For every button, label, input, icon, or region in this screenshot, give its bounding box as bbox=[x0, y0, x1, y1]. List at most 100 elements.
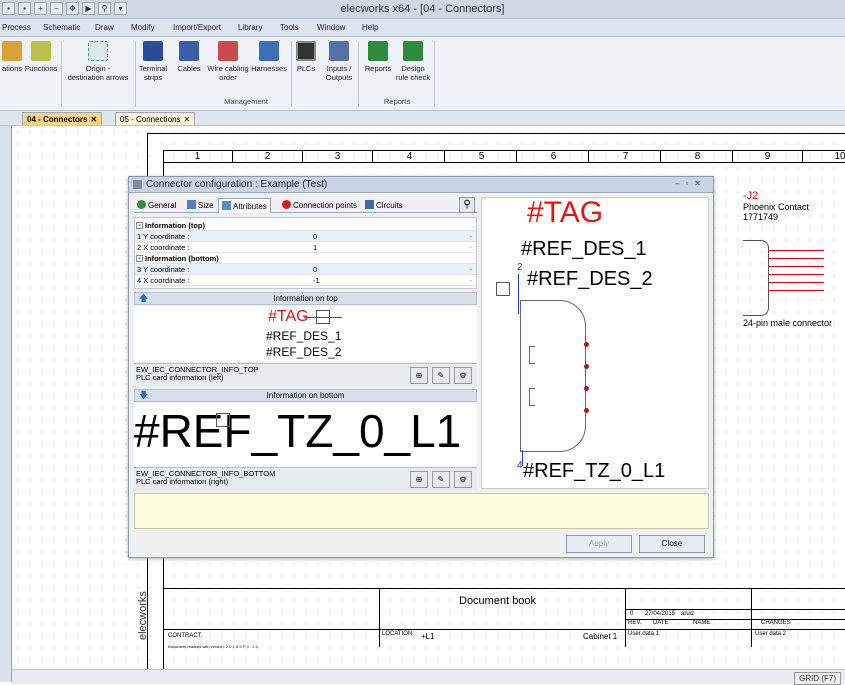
zoom-icon[interactable]: ⚲ bbox=[459, 197, 475, 213]
window-controls[interactable]: –▫✕ bbox=[675, 179, 707, 188]
property-value[interactable]: 0 bbox=[313, 232, 317, 241]
locations-button[interactable]: ations bbox=[0, 41, 24, 73]
collapse-toggle[interactable]: - bbox=[136, 255, 143, 262]
property-row[interactable]: 1 Y coordinate : 0 - bbox=[135, 231, 476, 242]
marker-bottom: 4 bbox=[517, 460, 523, 471]
horizontal-scrollbar[interactable]: GRID (F7) bbox=[12, 669, 845, 685]
origin-label-2: destination arrows bbox=[67, 73, 129, 82]
tab-label: Size bbox=[198, 201, 214, 210]
close-icon[interactable]: ✕ bbox=[183, 115, 190, 124]
connector-j2[interactable]: -J2 Phoenix Contact 1771749 24-pin male … bbox=[743, 190, 832, 328]
property-row[interactable]: 4 X coordinate : -1 - bbox=[135, 275, 476, 286]
connector-manufacturer: Phoenix Contact bbox=[743, 202, 810, 212]
terminal-label: Terminal bbox=[138, 64, 168, 73]
menu-import-export[interactable]: Import/Export bbox=[173, 23, 221, 32]
info-top-block: EW_IEC_CONNECTOR_INFO_TOP PLC card infor… bbox=[134, 363, 477, 387]
property-value[interactable]: -1 bbox=[313, 276, 320, 285]
tab-circuits[interactable]: Circuits bbox=[362, 198, 406, 213]
dialog-title-bar[interactable]: Connector configuration : Example (Test)… bbox=[129, 177, 713, 193]
property-dash: - bbox=[469, 243, 473, 252]
apply-button[interactable]: Apply bbox=[566, 535, 632, 553]
connector-symbol bbox=[520, 300, 586, 452]
document-tab-bar: 04 - Connectors ✕ 05 - Connections ✕ bbox=[0, 111, 845, 126]
tb-divider bbox=[625, 609, 845, 610]
user-data-1: User data 1 bbox=[628, 631, 660, 637]
ruler-number: 7 bbox=[591, 151, 661, 163]
close-icon[interactable]: ✕ bbox=[90, 115, 97, 124]
plcs-button[interactable]: PLCs bbox=[294, 41, 318, 73]
property-row[interactable]: 3 Y coordinate : 0 - bbox=[135, 264, 476, 275]
menu-draw[interactable]: Draw bbox=[95, 23, 114, 32]
symbol-preview-panel[interactable]: #TAG #REF_DES_1 #REF_DES_2 2 4 #REF_TZ_0… bbox=[481, 197, 709, 489]
menu-process[interactable]: Process bbox=[2, 23, 31, 32]
tab-general[interactable]: General bbox=[134, 198, 179, 213]
menu-modify[interactable]: Modify bbox=[131, 23, 155, 32]
connector-pin bbox=[769, 274, 824, 275]
group-reports: Reports bbox=[383, 97, 411, 106]
terminal-strips-button[interactable]: Terminal strips bbox=[136, 41, 170, 82]
ribbon-separator bbox=[434, 41, 435, 107]
design-rule-check-button[interactable]: Design rule check bbox=[394, 41, 432, 82]
dimension-line bbox=[518, 274, 519, 314]
select-block-icon[interactable]: ✎ bbox=[432, 367, 450, 384]
wire-cabling-label-2: order bbox=[219, 73, 237, 82]
connection-point bbox=[584, 386, 589, 391]
property-value[interactable]: 1 bbox=[313, 243, 317, 252]
menu-schematic[interactable]: Schematic bbox=[43, 23, 80, 32]
origin-destination-arrows-button[interactable]: Origin - destination arrows bbox=[62, 41, 134, 82]
tb-divider bbox=[625, 589, 626, 647]
tab-label: Circuits bbox=[376, 201, 403, 210]
harnesses-button[interactable]: Harnesses bbox=[250, 41, 288, 73]
ribbon: ations Functions Origin - destination arr… bbox=[0, 37, 845, 111]
wire-cabling-order-button[interactable]: Wire cabling order bbox=[205, 41, 251, 82]
ruler-number: 1 bbox=[163, 151, 233, 163]
zoom-block-icon[interactable]: ⊕ bbox=[410, 471, 428, 488]
edit-block-icon[interactable]: ⚙ bbox=[454, 367, 472, 384]
inputs-label-2: Outputs bbox=[325, 73, 353, 82]
edit-block-icon[interactable]: ⚙ bbox=[454, 471, 472, 488]
connector-tag: -J2 bbox=[743, 190, 759, 202]
functions-button[interactable]: Functions bbox=[24, 41, 58, 73]
tab-05-connections[interactable]: 05 - Connections ✕ bbox=[115, 112, 196, 125]
ruler-number: 3 bbox=[303, 151, 373, 163]
property-header: - Information (bottom) bbox=[135, 253, 476, 264]
tab-04-connectors[interactable]: 04 - Connectors ✕ bbox=[22, 112, 103, 125]
title-bar: ▪ ▪ + − ✥ ▶ ⚲ ▾ elecworks x64 - [04 - Co… bbox=[0, 0, 845, 19]
inputs-outputs-button[interactable]: Inputs / Outputs bbox=[323, 41, 355, 82]
menu-window[interactable]: Window bbox=[317, 23, 345, 32]
select-block-icon[interactable]: ✎ bbox=[432, 471, 450, 488]
preview-ref-des-2: #REF_DES_2 bbox=[266, 345, 342, 359]
property-label: 2 X coordinate : bbox=[137, 243, 190, 252]
tb-divider bbox=[163, 629, 845, 630]
menu-tools[interactable]: Tools bbox=[280, 23, 299, 32]
menu-help[interactable]: Help bbox=[362, 23, 378, 32]
reports-button[interactable]: Reports bbox=[362, 41, 394, 73]
info-top-header[interactable]: 🡅 Information on top bbox=[134, 292, 477, 305]
connection-point bbox=[584, 364, 589, 369]
property-value[interactable]: 0 bbox=[313, 265, 317, 274]
left-panel[interactable] bbox=[0, 126, 12, 682]
tab-label: 05 - Connections bbox=[120, 115, 181, 124]
menu-library[interactable]: Library bbox=[238, 23, 262, 32]
dialog-tab-strip: General Size Attributes Connection point… bbox=[134, 197, 477, 213]
collapse-toggle[interactable]: - bbox=[136, 222, 143, 229]
size-icon bbox=[187, 200, 196, 209]
rev-value: 0 bbox=[630, 611, 634, 617]
cables-label: Cables bbox=[177, 64, 201, 73]
tab-attributes[interactable]: Attributes bbox=[218, 198, 271, 213]
dialog-title: Connector configuration : Example (Test) bbox=[146, 179, 328, 190]
zoom-block-icon[interactable]: ⊕ bbox=[410, 367, 428, 384]
property-label: 1 Y coordinate : bbox=[137, 232, 190, 241]
plcs-label: PLCs bbox=[296, 64, 316, 73]
tab-connection-points[interactable]: Connection points bbox=[279, 198, 360, 213]
tab-size[interactable]: Size bbox=[184, 198, 217, 213]
info-bottom-header[interactable]: 🡇 Information on bottom bbox=[134, 389, 477, 402]
attributes-icon bbox=[222, 201, 231, 210]
cables-button[interactable]: Cables bbox=[172, 41, 206, 73]
ruler-number: 8 bbox=[663, 151, 733, 163]
pin-slot bbox=[529, 346, 535, 364]
property-row[interactable]: 2 X coordinate : 1 - bbox=[135, 242, 476, 253]
grid-toggle-button[interactable]: GRID (F7) bbox=[794, 672, 841, 685]
location-label: LOCATION: bbox=[382, 631, 414, 637]
close-button[interactable]: Close bbox=[639, 535, 705, 553]
